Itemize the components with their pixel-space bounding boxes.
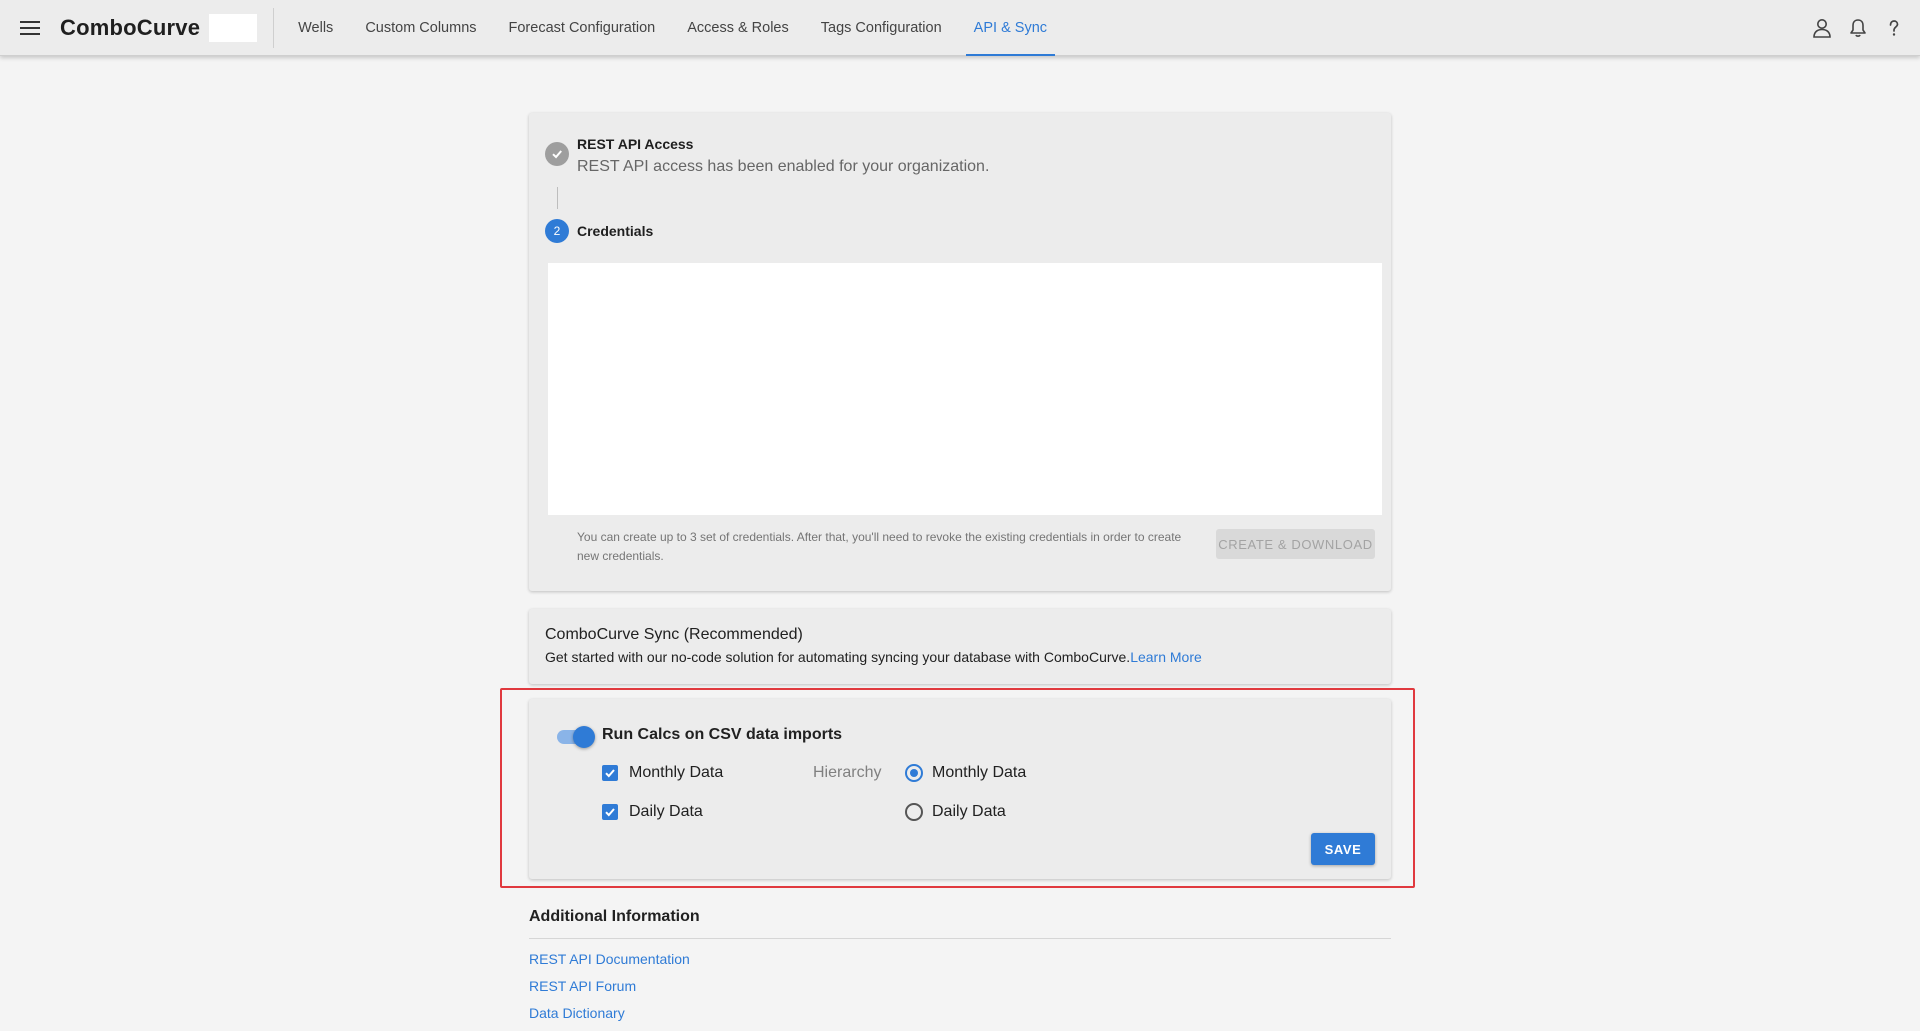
tab-wells[interactable]: Wells xyxy=(282,0,349,56)
tab-tags-configuration[interactable]: Tags Configuration xyxy=(805,0,958,56)
step-title: Credentials xyxy=(577,223,654,239)
step-subtitle: REST API access has been enabled for you… xyxy=(577,158,990,175)
hamburger-menu-icon[interactable] xyxy=(0,0,60,56)
rest-api-forum-link[interactable]: REST API Forum xyxy=(529,978,1391,994)
radio-label: Daily Data xyxy=(932,803,1006,820)
learn-more-link[interactable]: Learn More xyxy=(1130,649,1202,665)
toggle-thumb xyxy=(573,726,595,748)
credentials-table-area xyxy=(548,263,1382,515)
top-app-bar: ComboCurve Wells Custom Columns Forecast… xyxy=(0,0,1920,56)
check-icon xyxy=(545,142,569,166)
hierarchy-label: Hierarchy xyxy=(813,764,882,781)
create-download-button[interactable]: CREATE & DOWNLOAD xyxy=(1216,529,1375,559)
sync-description: Get started with our no-code solution fo… xyxy=(545,649,1202,665)
monthly-data-radio[interactable] xyxy=(905,764,923,782)
checkbox-label: Monthly Data xyxy=(629,764,724,781)
monthly-data-checkbox[interactable] xyxy=(602,765,618,781)
divider xyxy=(273,7,275,48)
radio-dot xyxy=(910,769,918,777)
additional-information: Additional Information REST API Document… xyxy=(529,908,1391,1021)
checkbox-label: Daily Data xyxy=(629,803,703,820)
run-calcs-card: Run Calcs on CSV data imports Monthly Da… xyxy=(529,699,1391,879)
monthly-data-radio-row[interactable]: Monthly Data xyxy=(905,764,1026,782)
step-number-badge: 2 xyxy=(545,219,569,243)
bell-icon[interactable] xyxy=(1846,16,1870,40)
run-calcs-toggle[interactable] xyxy=(557,725,595,748)
step-credentials: 2 Credentials xyxy=(545,219,653,243)
brand-placeholder xyxy=(209,13,258,42)
daily-data-checkbox[interactable] xyxy=(602,804,618,820)
step-rest-api-access: REST API Access REST API access has been… xyxy=(545,136,989,176)
sync-title: ComboCurve Sync (Recommended) xyxy=(545,626,803,643)
help-icon[interactable] xyxy=(1882,16,1906,40)
tab-forecast-configuration[interactable]: Forecast Configuration xyxy=(493,0,672,56)
monthly-data-checkbox-row[interactable]: Monthly Data xyxy=(602,764,723,782)
tab-custom-columns[interactable]: Custom Columns xyxy=(349,0,492,56)
radio-label: Monthly Data xyxy=(932,764,1027,781)
save-button[interactable]: SAVE xyxy=(1311,833,1375,865)
daily-data-radio[interactable] xyxy=(905,803,923,821)
credentials-note: You can create up to 3 set of credential… xyxy=(577,530,1182,563)
user-icon[interactable] xyxy=(1810,16,1834,40)
tab-api-sync[interactable]: API & Sync xyxy=(958,0,1063,56)
additional-information-title: Additional Information xyxy=(529,908,1391,939)
step-title: REST API Access xyxy=(577,136,694,152)
brand-logo[interactable]: ComboCurve xyxy=(60,15,200,41)
run-calcs-label: Run Calcs on CSV data imports xyxy=(602,726,843,743)
sync-description-text: Get started with our no-code solution fo… xyxy=(545,649,1131,665)
top-actions xyxy=(1810,0,1906,56)
daily-data-checkbox-row[interactable]: Daily Data xyxy=(602,803,703,821)
data-dictionary-link[interactable]: Data Dictionary xyxy=(529,1005,1391,1021)
combocurve-sync-card: ComboCurve Sync (Recommended) Get starte… xyxy=(529,609,1391,684)
rest-api-documentation-link[interactable]: REST API Documentation xyxy=(529,951,1391,967)
tab-access-roles[interactable]: Access & Roles xyxy=(671,0,805,56)
step-connector xyxy=(557,187,558,209)
rest-api-card: REST API Access REST API access has been… xyxy=(529,113,1391,591)
daily-data-radio-row[interactable]: Daily Data xyxy=(905,803,1006,821)
